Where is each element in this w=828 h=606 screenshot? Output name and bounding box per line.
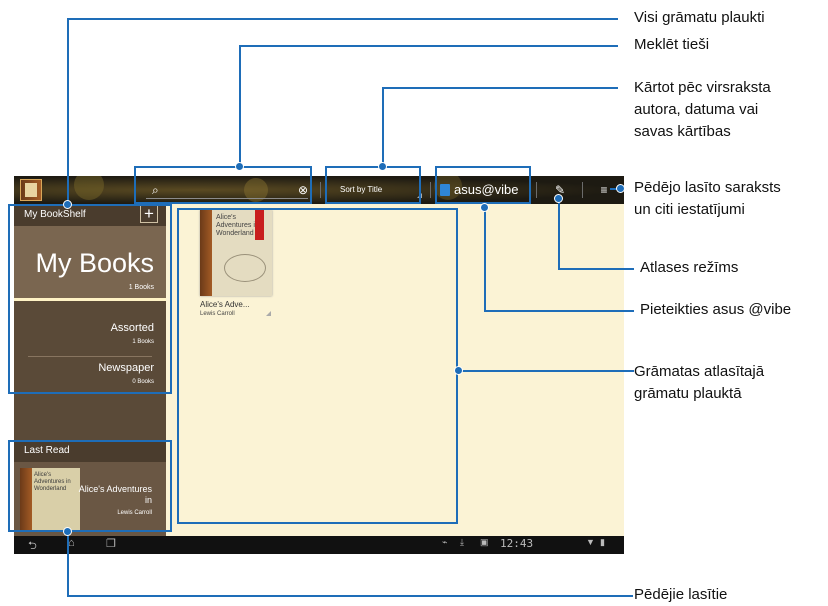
divider [582, 182, 583, 198]
leader-line [239, 45, 618, 47]
label-sort-3: savas kārtības [634, 123, 731, 140]
divider [430, 182, 431, 198]
leader-line [239, 46, 241, 167]
label-recently-read: Pēdējie lasītie [634, 586, 728, 603]
leader-line [484, 310, 634, 312]
back-icon[interactable]: ⮌ [28, 537, 37, 554]
leader-line [458, 370, 634, 372]
leader-line [67, 18, 618, 20]
download-icon: ⤓ [460, 537, 464, 547]
callout-box-sort [325, 166, 421, 204]
label-lastread-list-1: Pēdējo lasīto saraksts [634, 179, 781, 196]
leader-line [382, 88, 384, 167]
leader-line [67, 595, 633, 597]
leader-line [558, 268, 634, 270]
system-navigation-bar: ⮌ ⌂ ❐ ⌁ ⤓ ▣ 12:43 ▼ ▮ [14, 536, 624, 554]
leader-line [67, 19, 69, 205]
label-sort-1: Kārtot pēc virsraksta [634, 79, 771, 96]
recent-apps-icon[interactable]: ❐ [106, 537, 116, 550]
leader-line [558, 198, 560, 269]
clock: 12:43 [500, 537, 534, 550]
callout-box-last-read [8, 440, 172, 532]
divider [320, 182, 321, 198]
usb-icon: ⌁ [442, 537, 448, 547]
leader-line [67, 532, 69, 596]
label-selection-mode: Atlases režīms [640, 259, 739, 276]
battery-icon: ▮ [600, 537, 605, 547]
callout-dot [454, 366, 463, 375]
callout-dot [616, 184, 625, 193]
label-search: Meklēt tieši [634, 36, 710, 53]
callout-dot [235, 162, 244, 171]
top-action-bar: ⌕ ⊗ Sort by Title asus@vibe ✎ ≡ [14, 176, 624, 204]
menu-icon[interactable]: ≡ [594, 180, 614, 200]
label-all-shelves: Visi grāmatu plaukti [634, 9, 765, 26]
callout-box-vibe [435, 166, 531, 204]
callout-dot [63, 527, 72, 536]
callout-box-shelves [8, 204, 172, 394]
callout-box-books [177, 208, 458, 524]
leader-line [382, 87, 618, 89]
app-icon[interactable] [20, 179, 42, 201]
callout-dot [480, 203, 489, 212]
divider [536, 182, 537, 198]
callout-dot [554, 194, 563, 203]
label-vibe-login: Pieteikties asus @vibe [640, 301, 792, 318]
callout-dot [63, 200, 72, 209]
leader-line [484, 207, 486, 311]
label-lastread-list-2: un citi iestatījumi [634, 201, 745, 218]
label-books-1: Grāmatas atlasītajā [634, 363, 765, 380]
label-books-2: grāmatu plauktā [634, 385, 742, 402]
label-sort-2: autora, datuma vai [634, 101, 759, 118]
image-icon: ▣ [480, 537, 489, 547]
callout-box-search [134, 166, 312, 204]
callout-dot [378, 162, 387, 171]
wifi-icon: ▼ [586, 537, 595, 547]
